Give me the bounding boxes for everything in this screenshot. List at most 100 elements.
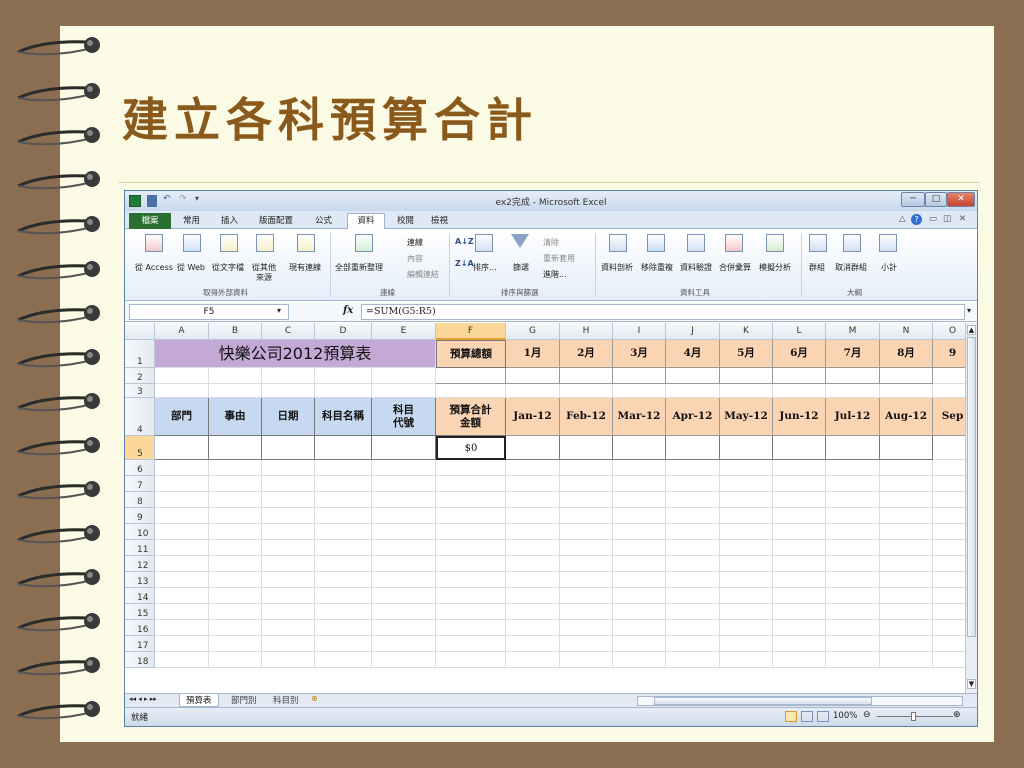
column-header-K[interactable]: K <box>720 323 773 340</box>
grid-cell[interactable] <box>933 540 965 556</box>
grid-cell[interactable] <box>315 476 372 492</box>
grid-cell[interactable] <box>155 604 209 620</box>
clear-button[interactable]: 清除 <box>543 237 559 248</box>
edit-links-button[interactable]: 編輯連結 <box>407 269 439 280</box>
grid-cell[interactable] <box>436 508 506 524</box>
grid-cell[interactable] <box>666 460 720 476</box>
input-cell[interactable] <box>155 436 209 460</box>
grid-cell[interactable] <box>372 604 436 620</box>
grid-cell[interactable] <box>666 620 720 636</box>
column-header-I[interactable]: I <box>613 323 666 340</box>
page-break-view-icon[interactable] <box>817 711 829 722</box>
grid-cell[interactable] <box>880 384 933 398</box>
zoom-slider-thumb[interactable] <box>911 712 916 721</box>
row2-cell[interactable] <box>560 368 613 384</box>
grid-cell[interactable] <box>720 588 773 604</box>
sheet-nav-icon[interactable]: ◂◂ ◂ ▸ ▸▸ <box>129 695 157 703</box>
grid-cell[interactable] <box>773 476 826 492</box>
row2-cell[interactable] <box>720 368 773 384</box>
tab-review[interactable]: 校閱 <box>397 214 414 226</box>
grid-cell[interactable] <box>372 524 436 540</box>
grid-cell[interactable] <box>155 508 209 524</box>
name-box[interactable]: F5 <box>129 304 289 320</box>
grid-cell[interactable] <box>933 524 965 540</box>
grid-cell[interactable] <box>880 460 933 476</box>
row-header-4[interactable]: 4 <box>125 398 155 436</box>
input-cell[interactable] <box>773 436 826 460</box>
tab-page-layout[interactable]: 版面配置 <box>259 214 293 226</box>
zoom-out-icon[interactable]: ⊖ <box>863 710 871 720</box>
grid-cell[interactable] <box>933 572 965 588</box>
grid-cell[interactable] <box>773 620 826 636</box>
title-banner[interactable]: 快樂公司2012預算表 <box>155 340 436 368</box>
grid-cell[interactable] <box>506 540 560 556</box>
grid-cell[interactable] <box>666 384 720 398</box>
sort-button[interactable]: 排序... <box>473 262 497 273</box>
ribbon-minimize-icon[interactable]: △ <box>899 214 906 224</box>
grid-cell[interactable] <box>560 572 613 588</box>
name-box-dropdown-icon[interactable]: ▾ <box>277 306 281 315</box>
grid-cell[interactable] <box>436 652 506 668</box>
row-header-6[interactable]: 6 <box>125 460 155 476</box>
grid-cell[interactable] <box>933 652 965 668</box>
grid-cell[interactable] <box>933 460 965 476</box>
column-header-O[interactable]: O <box>933 323 965 340</box>
scroll-down-icon[interactable]: ▼ <box>967 679 976 689</box>
grid-cell[interactable] <box>436 604 506 620</box>
grid-cell[interactable] <box>880 508 933 524</box>
month-date-header[interactable]: Apr-12 <box>666 398 720 436</box>
grid-cell[interactable] <box>155 556 209 572</box>
grid-cell[interactable] <box>436 540 506 556</box>
normal-view-icon[interactable] <box>785 711 797 722</box>
grid-cell[interactable] <box>436 572 506 588</box>
grid-cell[interactable] <box>315 384 372 398</box>
grid-cell[interactable] <box>666 524 720 540</box>
grid-cell[interactable] <box>880 588 933 604</box>
month-header[interactable]: 9 <box>933 340 965 368</box>
window-close-icon[interactable]: ✕ <box>959 214 966 224</box>
grid-cell[interactable] <box>826 556 880 572</box>
grid-cell[interactable] <box>773 524 826 540</box>
grid-cell[interactable] <box>262 384 315 398</box>
row2-cell[interactable] <box>773 368 826 384</box>
grid-cell[interactable] <box>880 540 933 556</box>
tab-view[interactable]: 檢視 <box>431 214 448 226</box>
grid-cell[interactable] <box>613 540 666 556</box>
close-button[interactable]: ✕ <box>947 192 975 207</box>
grid-cell[interactable] <box>436 492 506 508</box>
grid-cell[interactable] <box>315 652 372 668</box>
fx-icon[interactable]: fx <box>343 305 353 316</box>
grid-cell[interactable] <box>262 460 315 476</box>
grid-cell[interactable] <box>372 620 436 636</box>
grid-cell[interactable] <box>155 636 209 652</box>
row-header-10[interactable]: 10 <box>125 524 155 540</box>
grid-cell[interactable] <box>560 540 613 556</box>
horizontal-scrollbar[interactable] <box>637 696 963 706</box>
month-header[interactable]: 7月 <box>826 340 880 368</box>
advanced-button[interactable]: 進階... <box>543 269 567 280</box>
row2-cell[interactable] <box>826 368 880 384</box>
grid-cell[interactable] <box>666 476 720 492</box>
column-header-J[interactable]: J <box>666 323 720 340</box>
maximize-button[interactable]: □ <box>925 192 947 207</box>
scroll-thumb[interactable] <box>967 337 976 637</box>
grid-cell[interactable] <box>262 524 315 540</box>
grid-cell[interactable] <box>560 556 613 572</box>
column-label[interactable]: 科目 代號 <box>372 398 436 436</box>
row2-cell[interactable] <box>880 368 933 384</box>
grid-cell[interactable] <box>209 508 262 524</box>
grid-cell[interactable] <box>155 620 209 636</box>
grid-cell[interactable] <box>933 620 965 636</box>
grid-cell[interactable] <box>506 384 560 398</box>
grid-cell[interactable] <box>880 476 933 492</box>
grid-cell[interactable] <box>506 524 560 540</box>
grid-cell[interactable] <box>262 368 315 384</box>
grid-cell[interactable] <box>209 524 262 540</box>
grid-cell[interactable] <box>506 508 560 524</box>
grid-cell[interactable] <box>720 508 773 524</box>
grid-cell[interactable] <box>720 620 773 636</box>
month-header[interactable]: 2月 <box>560 340 613 368</box>
grid-cell[interactable] <box>880 572 933 588</box>
tab-formulas[interactable]: 公式 <box>315 214 332 226</box>
month-header[interactable]: 6月 <box>773 340 826 368</box>
